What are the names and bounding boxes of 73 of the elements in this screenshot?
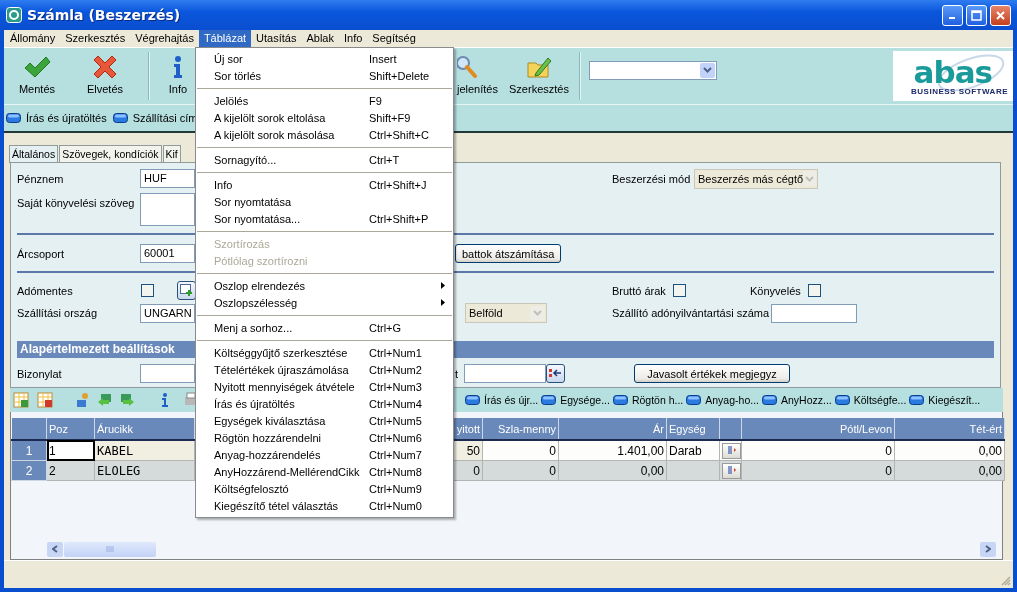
input-field[interactable]: 60001 [140,244,195,263]
menu-item[interactable]: Sor nyomtatása... Ctrl+Shift+P [196,210,453,227]
column-header[interactable]: Poz [46,418,95,440]
tab[interactable]: Általános [9,145,59,163]
toolbar-button[interactable]: Elvetés [70,48,140,104]
field-label: Adómentes [17,284,74,297]
menu-item[interactable]: Állomány [5,30,61,47]
menu-item[interactable]: Táblázat [198,30,252,47]
field-label: Saját könyvelési szöveg [17,197,136,209]
menu-item[interactable]: Egységek kiválasztása Ctrl+Num5 [196,412,453,429]
grid-action-button[interactable]: Kiegészít... [909,394,981,406]
input-field[interactable]: UNGARN [140,303,195,323]
input-field[interactable]: HUF [140,169,195,188]
menu-item[interactable]: Szerkesztés [60,30,131,47]
tab[interactable]: Szövegek, kondíciók [59,145,162,162]
column-header[interactable]: Árucikk [94,418,195,440]
grid-action-button[interactable]: AnyHozz... [762,394,832,406]
column-header[interactable]: Ár [558,418,667,440]
menu-item[interactable]: Sornagyító... Ctrl+T [196,151,453,168]
menu-item[interactable]: Rögtön hozzárendelni Ctrl+Num6 [196,429,453,446]
tab[interactable]: Kif [162,145,181,162]
field-label: Bizonylat [17,367,63,380]
field-label: Beszerzési mód [612,172,692,185]
menu-item[interactable]: Segítség [367,30,421,47]
menu-item[interactable]: Költségfelosztó Ctrl+Num9 [196,480,453,497]
toolbar-button[interactable]: Info [158,48,198,104]
row-number[interactable]: 2 [11,460,47,481]
field-label: Bruttó árak [612,284,667,297]
field-label: Pénznem [17,172,65,185]
menu-item[interactable]: Írás és újratöltés Ctrl+Num4 [196,395,453,412]
remember-button[interactable]: Javasolt értékek megjegyz [634,364,790,383]
menu-item[interactable]: Utasítás [251,30,302,47]
toolbar-button[interactable]: Mentés [4,48,70,104]
grid-action-button[interactable]: Írás és újr... [465,394,539,406]
action-button[interactable]: Írás és újratöltés [6,112,107,124]
recalc-button[interactable]: battok átszámítása [455,244,561,263]
field-label: Szállítási ország [17,307,99,319]
grid-action-button[interactable]: Anyag-ho... [686,394,759,406]
menu-item[interactable]: Ablak [301,30,339,47]
toolbar-button[interactable]: jelenítés [457,48,507,104]
column-header[interactable]: Szla-menny [482,418,559,440]
menu-item[interactable]: Sor nyomtatása [196,193,453,210]
menu-item[interactable]: A kijelölt sorok másolása Ctrl+Shift+C [196,126,453,143]
field-label: Árcsoport [17,247,66,260]
menu-item[interactable]: Info [339,30,368,47]
menu-item[interactable]: Új sor Insert [196,50,453,67]
column-header[interactable]: Egység [666,418,720,440]
menu-item[interactable]: Nyitott mennyiségek átvétele Ctrl+Num3 [196,378,453,395]
menu-item[interactable]: Jelölés F9 [196,92,453,109]
menu-item[interactable]: Tételértékek újraszámolása Ctrl+Num2 [196,361,453,378]
grid-action-button[interactable]: Rögtön h... [612,394,684,406]
menu-item[interactable]: Menj a sorhoz... Ctrl+G [196,319,453,336]
menu-item[interactable]: Költséggyűjtő szerkesztése Ctrl+Num1 [196,344,453,361]
menu-item[interactable]: A kijelölt sorok eltolása Shift+F9 [196,109,453,126]
grid-action-button[interactable]: Egysége... [541,394,610,406]
menu-item[interactable]: Info Ctrl+Shift+J [196,176,453,193]
menu-item[interactable]: Sor törlés Shift+Delete [196,67,453,84]
field-label: t [455,367,459,380]
logo: abas BUSINESS SOFTWARE [893,51,1013,101]
window-title: Számla (Beszerzés) [27,7,182,23]
row-number[interactable]: 1 [11,440,47,461]
grid-action-button[interactable]: Költségfe... [834,394,907,406]
column-header[interactable]: Pótl/Levon [741,418,895,440]
field-label: Szállító adónyilvántartási száma [612,307,771,319]
menu-item[interactable]: Végrehajtás [130,30,199,47]
menu-item[interactable]: Kiegészítő tétel választás Ctrl+Num0 [196,497,453,514]
field-label: Könyvelés [750,284,802,297]
table-cell: 1 [46,440,95,461]
toolbar-button[interactable]: Szerkesztés [507,48,571,104]
column-header[interactable]: Tét-ért [894,418,1005,440]
menu-item[interactable]: Oszlop elrendezés [196,277,453,294]
menu-item[interactable]: Oszlopszélesség [196,294,453,311]
column-header[interactable]: yitott [452,418,483,440]
